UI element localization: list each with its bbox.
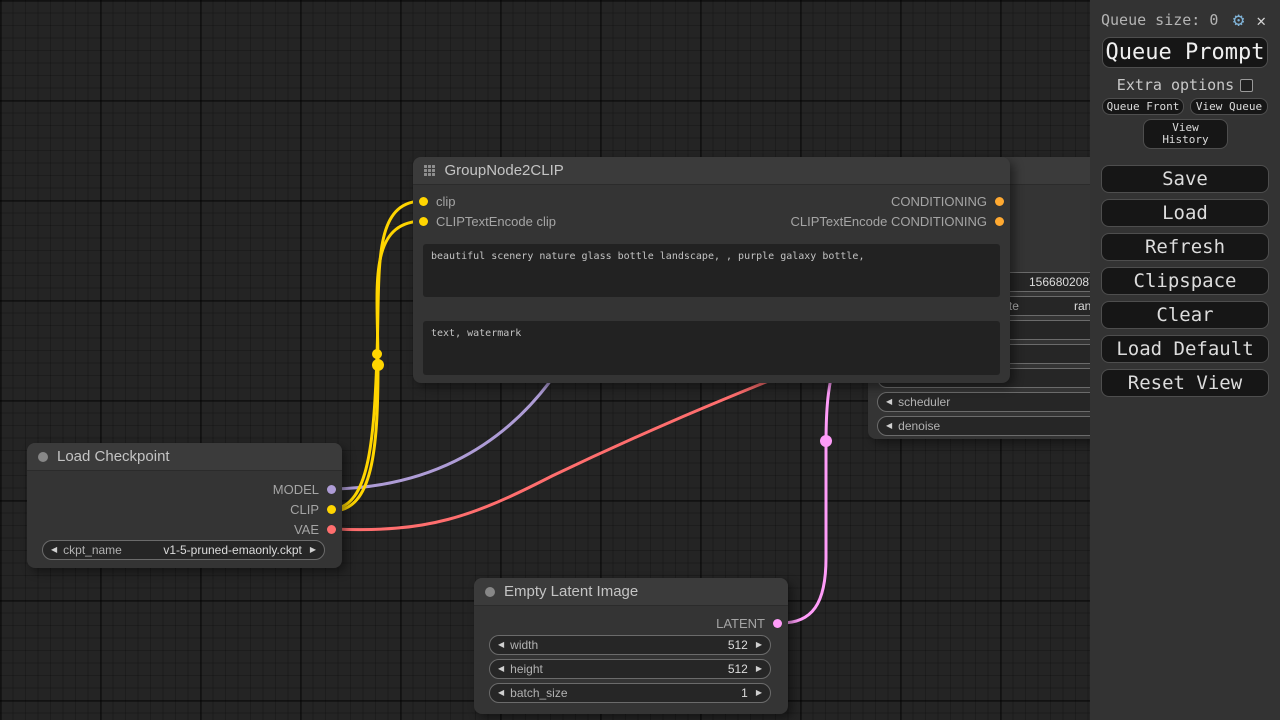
widget-value: 512 [728, 638, 756, 652]
widget-label: batch_size [510, 686, 567, 700]
output-slot-clip[interactable]: CLIP [290, 502, 336, 516]
view-queue-button[interactable]: View Queue [1190, 98, 1268, 115]
node-title: Empty Latent Image [504, 583, 638, 600]
decrement-arrow-icon[interactable]: ◀ [886, 398, 892, 406]
increment-arrow-icon[interactable]: ▶ [756, 689, 762, 697]
wire-midpoint-clip-1[interactable] [372, 349, 382, 359]
settings-gear-icon[interactable]: ⚙ [1233, 9, 1244, 31]
node-group-clip[interactable]: GroupNode2CLIP clip CLIPTextEncode clip … [413, 157, 1010, 383]
negative-prompt-textarea[interactable]: text, watermark [423, 321, 1000, 375]
decrement-arrow-icon[interactable]: ◀ [886, 422, 892, 430]
widget-value: 1 [741, 686, 756, 700]
output-slot-cliptextencode-conditioning[interactable]: CLIPTextEncode CONDITIONING [791, 214, 1005, 228]
extra-options-checkbox[interactable] [1240, 79, 1253, 92]
increment-arrow-icon[interactable]: ▶ [756, 641, 762, 649]
positive-prompt-textarea[interactable]: beautiful scenery nature glass bottle la… [423, 244, 1000, 297]
output-dot-conditioning[interactable] [995, 197, 1004, 206]
widget-batch-size[interactable]: ◀ batch_size 1 ▶ [489, 683, 771, 703]
queue-size-label: Queue size: 0 [1101, 11, 1218, 29]
widget-value: 512 [728, 662, 756, 676]
slot-label: clip [436, 194, 456, 209]
collapse-dot-icon[interactable] [38, 452, 48, 462]
increment-arrow-icon[interactable]: ▶ [310, 546, 316, 554]
node-title: GroupNode2CLIP [445, 162, 564, 179]
slot-label: VAE [294, 522, 319, 537]
extra-options-row: Extra options [1090, 76, 1280, 94]
save-button[interactable]: Save [1101, 165, 1269, 193]
input-dot-clip[interactable] [419, 197, 428, 206]
load-default-button[interactable]: Load Default [1101, 335, 1269, 363]
node-empty-latent-image[interactable]: Empty Latent Image LATENT ◀ width 512 ▶ … [474, 578, 788, 714]
widget-width[interactable]: ◀ width 512 ▶ [489, 635, 771, 655]
widget-label: scheduler [898, 395, 950, 409]
output-slot-model[interactable]: MODEL [273, 482, 336, 496]
output-slot-conditioning[interactable]: CONDITIONING [891, 194, 1004, 208]
widget-value: v1-5-pruned-emaonly.ckpt [163, 543, 310, 557]
queue-front-button[interactable]: Queue Front [1102, 98, 1184, 115]
output-dot-vae[interactable] [327, 525, 336, 534]
widget-ckpt-name[interactable]: ◀ ckpt_name v1-5-pruned-emaonly.ckpt ▶ [42, 540, 325, 560]
comfy-menu: Queue size: 0 ⚙ ✕ Queue Prompt Extra opt… [1090, 0, 1280, 720]
node-load-checkpoint[interactable]: Load Checkpoint MODEL CLIP VAE ◀ ckpt_na… [27, 443, 342, 568]
load-button[interactable]: Load [1101, 199, 1269, 227]
slot-label: CLIP [290, 502, 319, 517]
refresh-button[interactable]: Refresh [1101, 233, 1269, 261]
output-dot-clip[interactable] [327, 505, 336, 514]
input-slot-cliptextencode-clip[interactable]: CLIPTextEncode clip [419, 214, 556, 228]
widget-label: width [510, 638, 538, 652]
slot-label: MODEL [273, 482, 319, 497]
output-slot-latent[interactable]: LATENT [716, 616, 782, 630]
queue-prompt-button[interactable]: Queue Prompt [1102, 37, 1268, 68]
output-slot-vae[interactable]: VAE [294, 522, 336, 536]
widget-label: height [510, 662, 543, 676]
view-history-button[interactable]: View History [1143, 119, 1228, 149]
node-group-clip-titlebar[interactable]: GroupNode2CLIP [413, 157, 1010, 185]
slot-label: CONDITIONING [891, 194, 987, 209]
node-load-checkpoint-titlebar[interactable]: Load Checkpoint [27, 443, 342, 471]
output-dot-model[interactable] [327, 485, 336, 494]
output-dot-cliptextencode-conditioning[interactable] [995, 217, 1004, 226]
decrement-arrow-icon[interactable]: ◀ [498, 689, 504, 697]
node-empty-latent-titlebar[interactable]: Empty Latent Image [474, 578, 788, 606]
widget-height[interactable]: ◀ height 512 ▶ [489, 659, 771, 679]
node-title: Load Checkpoint [57, 448, 170, 465]
output-dot-latent[interactable] [773, 619, 782, 628]
widget-label: denoise [898, 419, 940, 433]
wire-midpoint-latent[interactable] [820, 435, 832, 447]
collapse-dot-icon[interactable] [485, 587, 495, 597]
clear-button[interactable]: Clear [1101, 301, 1269, 329]
slot-label: CLIPTextEncode clip [436, 214, 556, 229]
group-node-icon [424, 165, 435, 176]
close-icon[interactable]: ✕ [1256, 11, 1266, 30]
decrement-arrow-icon[interactable]: ◀ [51, 546, 57, 554]
input-slot-clip[interactable]: clip [419, 194, 456, 208]
slot-label: LATENT [716, 616, 765, 631]
slot-label: CLIPTextEncode CONDITIONING [791, 214, 988, 229]
input-dot-cliptextencode-clip[interactable] [419, 217, 428, 226]
wire-midpoint-clip-2[interactable] [372, 359, 384, 371]
extra-options-label: Extra options [1117, 76, 1234, 94]
node-graph-canvas[interactable]: ◀ 15668020871 ▶ ◀ control_after_generate… [0, 0, 1280, 720]
decrement-arrow-icon[interactable]: ◀ [498, 641, 504, 649]
clipspace-button[interactable]: Clipspace [1101, 267, 1269, 295]
widget-label: ckpt_name [63, 543, 122, 557]
increment-arrow-icon[interactable]: ▶ [756, 665, 762, 673]
reset-view-button[interactable]: Reset View [1101, 369, 1269, 397]
menu-header: Queue size: 0 ⚙ ✕ [1090, 8, 1280, 32]
decrement-arrow-icon[interactable]: ◀ [498, 665, 504, 673]
